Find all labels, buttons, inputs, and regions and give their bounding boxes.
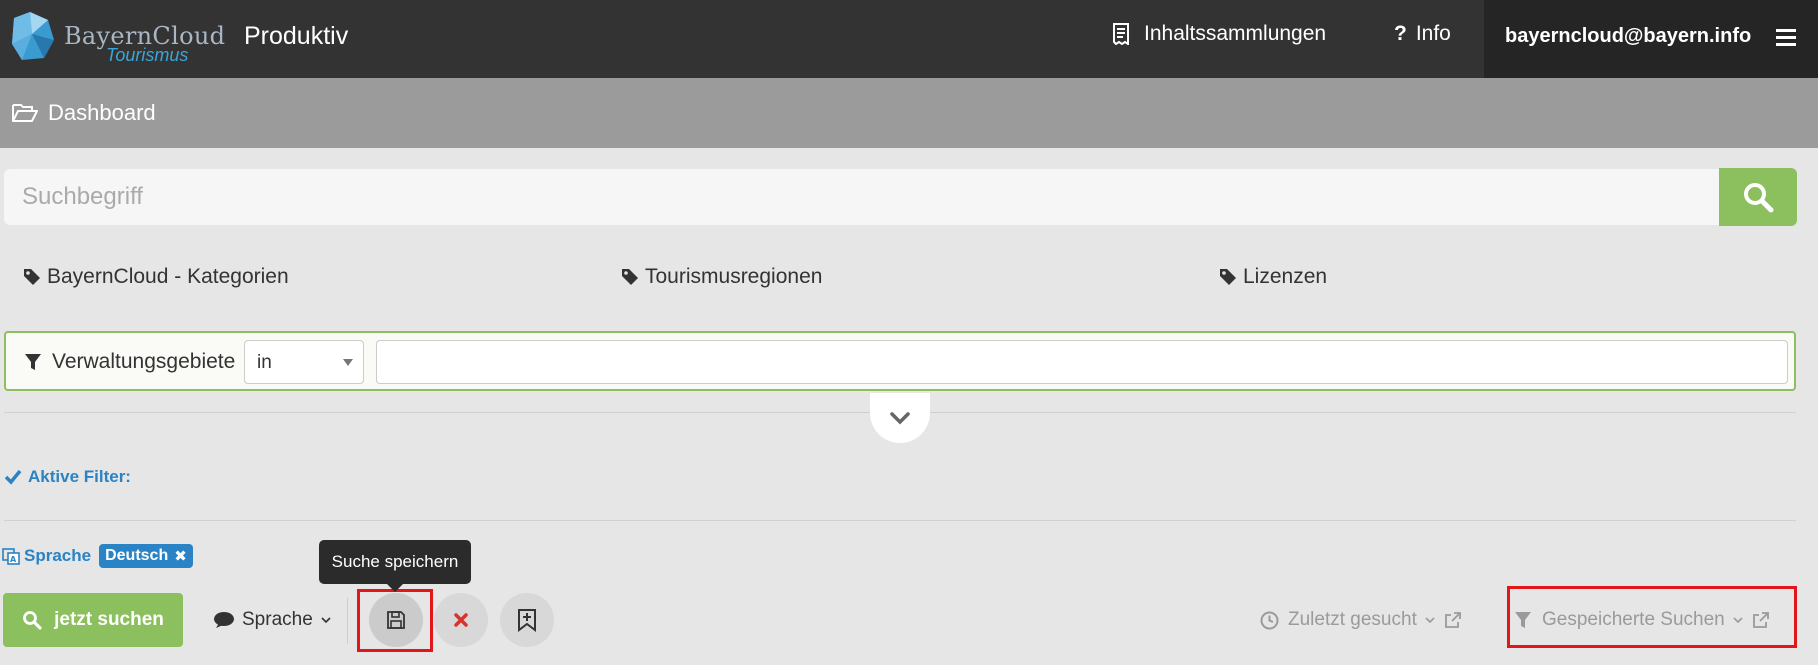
chevron-down-icon — [1425, 616, 1435, 623]
recent-searches-dropdown[interactable]: Zuletzt gesucht — [1260, 609, 1470, 631]
receipt-icon — [1113, 23, 1129, 45]
breadcrumb-dashboard[interactable]: Dashboard — [12, 100, 156, 126]
question-icon: ? — [1394, 22, 1407, 45]
environment-label: Produktiv — [244, 22, 349, 50]
search-icon — [1744, 183, 1774, 213]
facet-licenses[interactable]: Lizenzen — [1219, 265, 1327, 289]
facet-bayerncloud-categories[interactable]: BayernCloud - Kategorien — [23, 265, 289, 289]
tag-icon — [24, 269, 40, 285]
breadcrumb-label: Dashboard — [48, 100, 156, 125]
top-navbar: BayernCloud Tourismus Produktiv Inhaltss… — [0, 0, 1818, 78]
active-filter-language: A Sprache Deutsch ✖ — [2, 544, 193, 568]
chevron-down-icon — [890, 412, 910, 425]
expand-filters-button[interactable] — [870, 393, 930, 443]
filter-label: Verwaltungsgebiete — [24, 350, 235, 374]
active-filters-heading: Aktive Filter: — [4, 467, 131, 487]
search-icon — [23, 611, 42, 630]
save-search-tooltip: Suche speichern — [319, 540, 471, 584]
filter-operator-select[interactable]: in — [244, 340, 364, 384]
search-button[interactable] — [1719, 168, 1797, 226]
recent-searches-label: Zuletzt gesucht — [1288, 609, 1417, 630]
highlight-box — [1507, 586, 1797, 648]
logo-subtitle: Tourismus — [106, 45, 189, 65]
nav-collections-link[interactable]: Inhaltssammlungen — [1112, 22, 1326, 46]
clear-search-button[interactable] — [434, 593, 488, 647]
filter-operator-value: in — [257, 352, 272, 373]
breadcrumb-bar: Dashboard — [0, 78, 1818, 148]
toolbar-separator — [347, 598, 348, 644]
facet-tourism-regions[interactable]: Tourismusregionen — [621, 265, 822, 289]
user-menu[interactable]: bayerncloud@bayern.info — [1484, 0, 1818, 78]
folder-open-icon — [12, 104, 38, 122]
nav-collections-label: Inhaltssammlungen — [1144, 22, 1327, 45]
clock-icon — [1260, 611, 1279, 629]
search-now-button[interactable]: jetzt suchen — [3, 593, 183, 647]
search-now-label: jetzt suchen — [54, 609, 164, 630]
tag-icon — [622, 269, 638, 285]
search-input[interactable] — [4, 169, 1720, 225]
check-icon — [4, 469, 22, 485]
language-dropdown[interactable]: Sprache — [213, 609, 331, 631]
bayerncloud-logo-icon[interactable] — [8, 10, 58, 62]
nav-info-label: Info — [1415, 22, 1451, 45]
nav-info-link[interactable]: ? Info — [1394, 22, 1451, 46]
bookmark-search-button[interactable] — [500, 593, 554, 647]
bookmark-plus-icon — [518, 609, 536, 632]
language-filter-label: Sprache — [24, 546, 92, 565]
tooltip-arrow — [387, 584, 403, 592]
filter-label-text: Verwaltungsgebiete — [52, 350, 236, 373]
svg-text:A: A — [10, 555, 17, 564]
select-caret-icon — [343, 359, 353, 366]
hamburger-menu-icon[interactable] — [1776, 29, 1796, 46]
translate-icon: A — [2, 548, 20, 565]
facet-label: BayernCloud - Kategorien — [47, 265, 289, 288]
active-filters-label: Aktive Filter: — [28, 467, 131, 486]
filter-value-input[interactable] — [376, 340, 1788, 384]
external-link-icon[interactable] — [1444, 611, 1461, 629]
close-icon — [454, 613, 468, 627]
funnel-icon — [25, 354, 41, 370]
facet-label: Tourismusregionen — [645, 265, 823, 288]
filter-row-administrative-areas: Verwaltungsgebiete in — [4, 331, 1796, 391]
facet-label: Lizenzen — [1243, 265, 1328, 288]
tag-icon — [1220, 269, 1236, 285]
language-dropdown-label: Sprache — [242, 609, 313, 630]
remove-filter-icon[interactable]: ✖ — [174, 547, 187, 565]
highlight-box — [357, 589, 433, 652]
comment-icon — [214, 612, 234, 628]
divider — [4, 520, 1796, 521]
chevron-down-icon — [321, 616, 331, 623]
language-filter-value: Deutsch — [105, 547, 169, 564]
user-email: bayerncloud@bayern.info — [1505, 25, 1752, 47]
language-filter-badge[interactable]: Deutsch ✖ — [99, 544, 193, 568]
